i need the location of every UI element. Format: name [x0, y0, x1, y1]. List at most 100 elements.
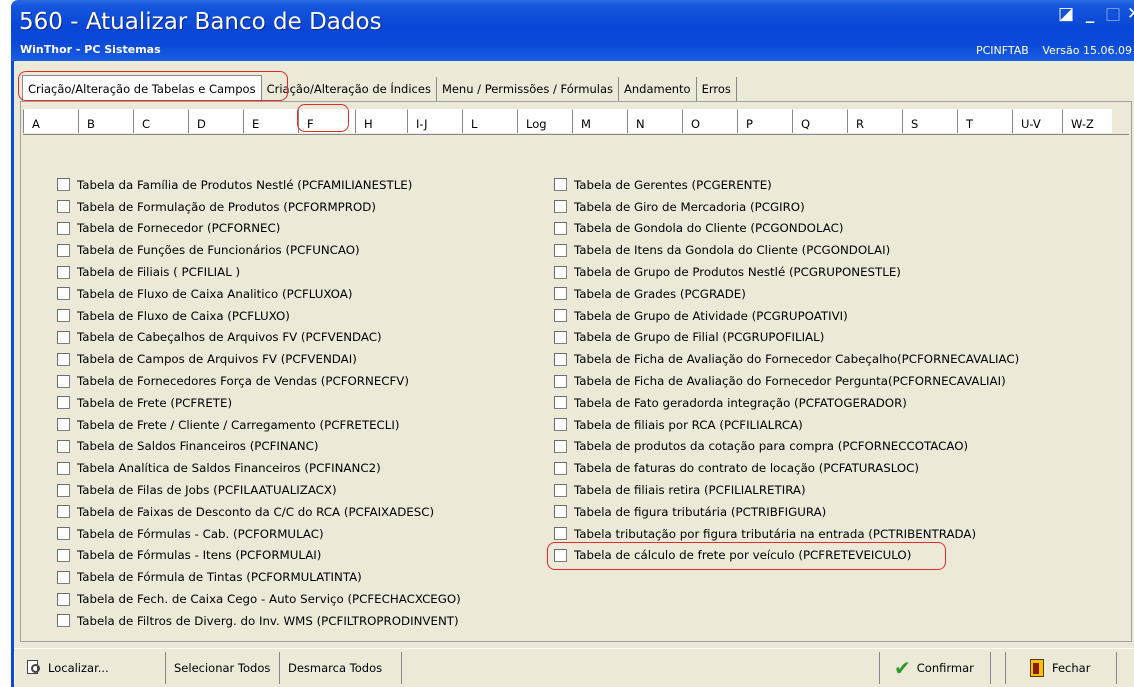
checkbox[interactable] — [57, 287, 70, 301]
table-checkbox-item[interactable]: Tabela de Filtros de Diverg. do Inv. WMS… — [57, 610, 461, 632]
table-checkbox-item[interactable]: Tabela de Itens da Gondola do Cliente (P… — [554, 239, 1019, 261]
letter-tab-log[interactable]: Log — [517, 109, 572, 133]
table-checkbox-item[interactable]: Tabela de Gondola do Cliente (PCGONDOLAC… — [554, 218, 1019, 240]
checkbox[interactable] — [554, 352, 567, 366]
checkbox[interactable] — [554, 439, 567, 453]
checkbox[interactable] — [57, 483, 70, 497]
letter-tab-c[interactable]: C — [133, 109, 188, 133]
checkbox[interactable] — [57, 330, 70, 344]
letter-tab-m[interactable]: M — [572, 109, 627, 133]
checkbox[interactable] — [57, 265, 70, 279]
maximize-button[interactable]: □ — [1102, 3, 1124, 25]
letter-tab-n[interactable]: N — [627, 109, 682, 133]
letter-tab-r[interactable]: R — [847, 109, 902, 133]
letter-tab-s[interactable]: S — [902, 109, 957, 133]
checkbox[interactable] — [57, 243, 70, 257]
checkbox[interactable] — [554, 287, 567, 301]
checkbox[interactable] — [57, 200, 70, 214]
selecionar-todos-button[interactable]: Selecionar Todos — [166, 652, 280, 684]
table-checkbox-item[interactable]: Tabela de Giro de Mercadoria (PCGIRO) — [554, 196, 1019, 218]
checkbox[interactable] — [57, 309, 70, 323]
table-checkbox-item[interactable]: Tabela de Fluxo de Caixa (PCFLUXO) — [57, 305, 461, 327]
checkbox[interactable] — [554, 461, 567, 475]
table-checkbox-item[interactable]: Tabela de filiais por RCA (PCFILIALRCA) — [554, 414, 1019, 436]
checkbox[interactable] — [554, 178, 567, 192]
table-checkbox-item[interactable]: Tabela de Fato geradorda integração (PCF… — [554, 392, 1019, 414]
table-checkbox-item[interactable]: Tabela de Frete / Cliente / Carregamento… — [57, 414, 461, 436]
table-checkbox-item[interactable]: Tabela de Filiais ( PCFILIAL ) — [57, 261, 461, 283]
checkbox[interactable] — [554, 309, 567, 323]
table-checkbox-item[interactable]: Tabela de Fórmulas - Itens (PCFORMULAI) — [57, 545, 461, 567]
checkbox[interactable] — [57, 439, 70, 453]
checkbox[interactable] — [554, 418, 567, 432]
checkbox[interactable] — [57, 505, 70, 519]
table-checkbox-item[interactable]: Tabela de Grupo de Atividade (PCGRUPOATI… — [554, 305, 1019, 327]
table-checkbox-item[interactable]: Tabela de Funções de Funcionários (PCFUN… — [57, 239, 461, 261]
confirmar-button[interactable]: ✔ Confirmar — [879, 652, 991, 684]
table-checkbox-item[interactable]: Tabela de Ficha de Avaliação do Forneced… — [554, 348, 1019, 370]
table-checkbox-item[interactable]: Tabela de Fornecedor (PCFORNEC) — [57, 218, 461, 240]
checkbox[interactable] — [57, 374, 70, 388]
checkbox[interactable] — [554, 505, 567, 519]
letter-tab-d[interactable]: D — [188, 109, 243, 133]
table-checkbox-item[interactable]: Tabela de filiais retira (PCFILIALRETIRA… — [554, 479, 1019, 501]
table-checkbox-item[interactable]: Tabela de Fech. de Caixa Cego - Auto Ser… — [57, 588, 461, 610]
letter-tab-f[interactable]: F — [297, 104, 355, 133]
desmarca-todos-button[interactable]: Desmarca Todos — [280, 652, 402, 684]
letter-tab-q[interactable]: Q — [792, 109, 847, 133]
table-checkbox-item[interactable]: Tabela de Fluxo de Caixa Analitico (PCFL… — [57, 283, 461, 305]
fechar-button[interactable]: Fechar — [1005, 652, 1117, 684]
checkbox[interactable] — [57, 221, 70, 235]
table-checkbox-item[interactable]: Tabela de Fórmula de Tintas (PCFORMULATI… — [57, 566, 461, 588]
table-checkbox-item[interactable]: Tabela de cálculo de frete por veículo (… — [547, 541, 1019, 570]
letter-tab-o[interactable]: O — [682, 109, 737, 133]
table-checkbox-item[interactable]: Tabela de Grupo de Filial (PCGRUPOFILIAL… — [554, 327, 1019, 349]
letter-tab-h[interactable]: H — [355, 109, 407, 133]
checkbox[interactable] — [57, 461, 70, 475]
table-checkbox-item[interactable]: Tabela de faturas do contrato de locação… — [554, 457, 1019, 479]
checkbox[interactable] — [57, 396, 70, 410]
checkbox[interactable] — [57, 178, 70, 192]
tab-andamento[interactable]: Andamento — [619, 77, 697, 101]
letter-tab-t[interactable]: T — [957, 109, 1012, 133]
close-button[interactable]: ✕ — [1123, 3, 1134, 25]
checkbox[interactable] — [554, 221, 567, 235]
checkbox[interactable] — [57, 352, 70, 366]
letter-tab-a[interactable]: A — [23, 109, 78, 133]
table-checkbox-item[interactable]: Tabela de Fornecedores Força de Vendas (… — [57, 370, 461, 392]
table-checkbox-item[interactable]: Tabela de produtos da cotação para compr… — [554, 436, 1019, 458]
table-checkbox-item[interactable]: Tabela de Grades (PCGRADE) — [554, 283, 1019, 305]
table-checkbox-item[interactable]: Tabela Analítica de Saldos Financeiros (… — [57, 457, 461, 479]
letter-tab-l[interactable]: L — [462, 109, 517, 133]
checkbox[interactable] — [57, 570, 70, 584]
table-checkbox-item[interactable]: Tabela de Ficha de Avaliação do Forneced… — [554, 370, 1019, 392]
table-checkbox-item[interactable]: Tabela de figura tributária (PCTRIBFIGUR… — [554, 501, 1019, 523]
letter-tab-u-v[interactable]: U-V — [1012, 109, 1062, 133]
table-checkbox-item[interactable]: Tabela da Família de Produtos Nestlé (PC… — [57, 174, 461, 196]
table-checkbox-item[interactable]: Tabela de Campos de Arquivos FV (PCFVEND… — [57, 348, 461, 370]
letter-tab-w-z[interactable]: W-Z — [1062, 109, 1112, 133]
window-icon-button[interactable]: ◪ — [1055, 3, 1077, 25]
checkbox[interactable] — [57, 527, 70, 541]
checkbox[interactable] — [554, 483, 567, 497]
checkbox[interactable] — [554, 330, 567, 344]
table-checkbox-item[interactable]: Tabela de Formulação de Produtos (PCFORM… — [57, 196, 461, 218]
tab-erros[interactable]: Erros — [697, 77, 737, 101]
checkbox[interactable] — [57, 592, 70, 606]
checkbox[interactable] — [57, 418, 70, 432]
checkbox[interactable] — [554, 374, 567, 388]
checkbox[interactable] — [554, 396, 567, 410]
table-checkbox-item[interactable]: Tabela de Fórmulas - Cab. (PCFORMULAC) — [57, 523, 461, 545]
minimize-button[interactable]: _ — [1079, 3, 1101, 25]
table-checkbox-item[interactable]: Tabela de Filas de Jobs (PCFILAATUALIZAC… — [57, 479, 461, 501]
table-checkbox-item[interactable]: Tabela de Frete (PCFRETE) — [57, 392, 461, 414]
tab-menu-permissoes[interactable]: Menu / Permissões / Fórmulas — [437, 77, 619, 101]
checkbox[interactable] — [554, 200, 567, 214]
table-checkbox-item[interactable]: Tabela de Faixas de Desconto da C/C do R… — [57, 501, 461, 523]
checkbox[interactable] — [554, 527, 567, 541]
checkbox[interactable] — [554, 243, 567, 257]
letter-tab-p[interactable]: P — [737, 109, 792, 133]
table-checkbox-item[interactable]: Tabela de Grupo de Produtos Nestlé (PCGR… — [554, 261, 1019, 283]
checkbox[interactable] — [57, 548, 70, 562]
table-checkbox-item[interactable]: Tabela de Cabeçalhos de Arquivos FV (PCF… — [57, 327, 461, 349]
